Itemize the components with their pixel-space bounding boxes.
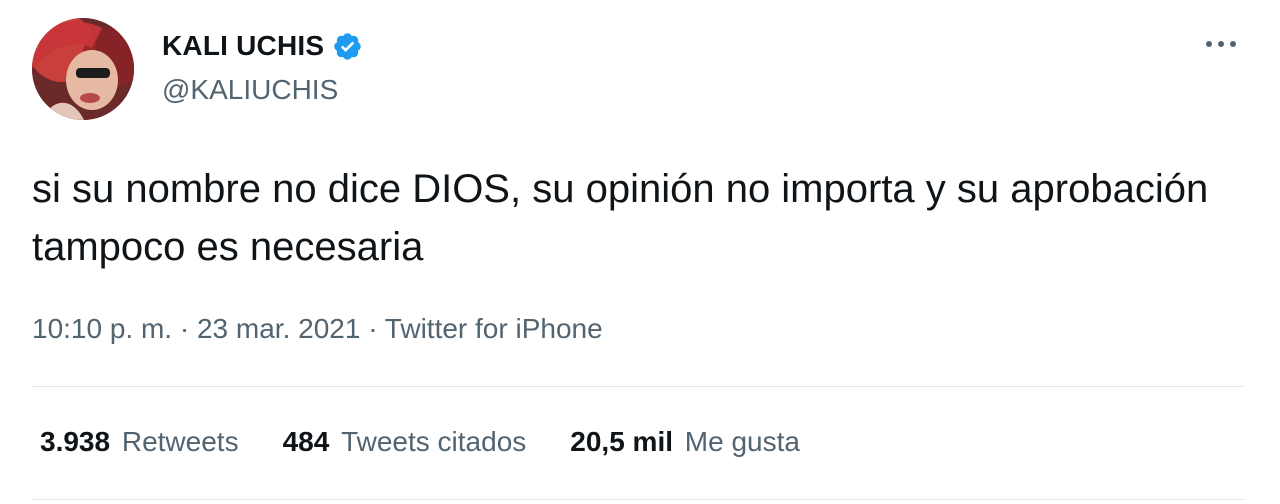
display-name[interactable]: KALI UCHIS: [162, 30, 324, 62]
tweet-text: si su nombre no dice DIOS, su opinión no…: [32, 167, 1209, 269]
quotes-stat[interactable]: 484 Tweets citados: [283, 426, 527, 458]
retweets-stat[interactable]: 3.938 Retweets: [40, 426, 239, 458]
name-row: KALI UCHIS: [162, 30, 363, 62]
tweet-card: KALI UCHIS @KALIUCHIS si su nombre no di…: [0, 0, 1280, 504]
avatar-image: [32, 18, 134, 120]
likes-stat[interactable]: 20,5 mil Me gusta: [570, 426, 800, 458]
quotes-label: Tweets citados: [341, 426, 527, 457]
likes-label: Me gusta: [684, 426, 800, 457]
author-handle[interactable]: @KALIUCHIS: [162, 74, 363, 106]
author-names: KALI UCHIS @KALIUCHIS: [162, 30, 363, 106]
tweet-stats: 3.938 Retweets 484 Tweets citados 20,5 m…: [40, 426, 844, 458]
divider-bottom: [32, 499, 1244, 500]
retweets-label: Retweets: [121, 426, 239, 457]
tweet-header: KALI UCHIS @KALIUCHIS: [32, 18, 363, 120]
likes-count: 20,5 mil: [570, 426, 674, 457]
avatar[interactable]: [32, 18, 134, 120]
divider-top: [32, 386, 1244, 387]
quotes-count: 484: [282, 426, 330, 457]
retweets-count: 3.938: [40, 426, 111, 457]
tweet-meta[interactable]: 10:10 p. m. · 23 mar. 2021 · Twitter for…: [32, 313, 603, 345]
verified-badge-icon: [334, 32, 361, 60]
more-options-icon[interactable]: [1204, 34, 1238, 54]
